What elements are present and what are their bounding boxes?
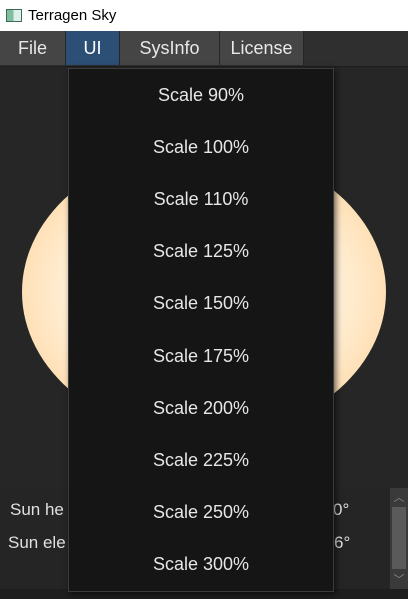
menu-item-scale-100[interactable]: Scale 100% (69, 121, 333, 173)
app-icon (6, 9, 22, 22)
menu-bar: File UI SysInfo License (0, 31, 408, 67)
sun-elevation-label: Sun ele (8, 533, 66, 552)
scroll-down-icon[interactable]: ﹀ (390, 570, 408, 588)
menu-item-scale-90[interactable]: Scale 90% (69, 69, 333, 121)
menu-item-scale-175[interactable]: Scale 175% (69, 330, 333, 382)
info-scrollbar[interactable]: ︿ ﹀ (390, 488, 408, 589)
menu-sysinfo[interactable]: SysInfo (120, 31, 220, 65)
menu-item-scale-250[interactable]: Scale 250% (69, 487, 333, 539)
menu-ui[interactable]: UI (66, 31, 120, 65)
menu-item-scale-110[interactable]: Scale 110% (69, 173, 333, 225)
ui-scale-dropdown: Scale 90% Scale 100% Scale 110% Scale 12… (68, 68, 334, 592)
sun-heading-label: Sun he (10, 500, 64, 519)
sun-heading-value: 0° (333, 500, 350, 519)
menu-license[interactable]: License (220, 31, 304, 65)
menu-item-scale-200[interactable]: Scale 200% (69, 382, 333, 434)
menu-item-scale-150[interactable]: Scale 150% (69, 278, 333, 330)
sun-elevation-value: 6° (334, 533, 351, 552)
menu-item-scale-300[interactable]: Scale 300% (69, 539, 333, 591)
menu-item-scale-125[interactable]: Scale 125% (69, 226, 333, 278)
window-title: Terragen Sky (28, 7, 117, 24)
title-bar: Terragen Sky (0, 0, 408, 31)
scroll-up-icon[interactable]: ︿ (390, 488, 408, 506)
scroll-thumb[interactable] (392, 507, 406, 569)
menu-item-scale-225[interactable]: Scale 225% (69, 434, 333, 486)
menu-file[interactable]: File (0, 31, 66, 65)
